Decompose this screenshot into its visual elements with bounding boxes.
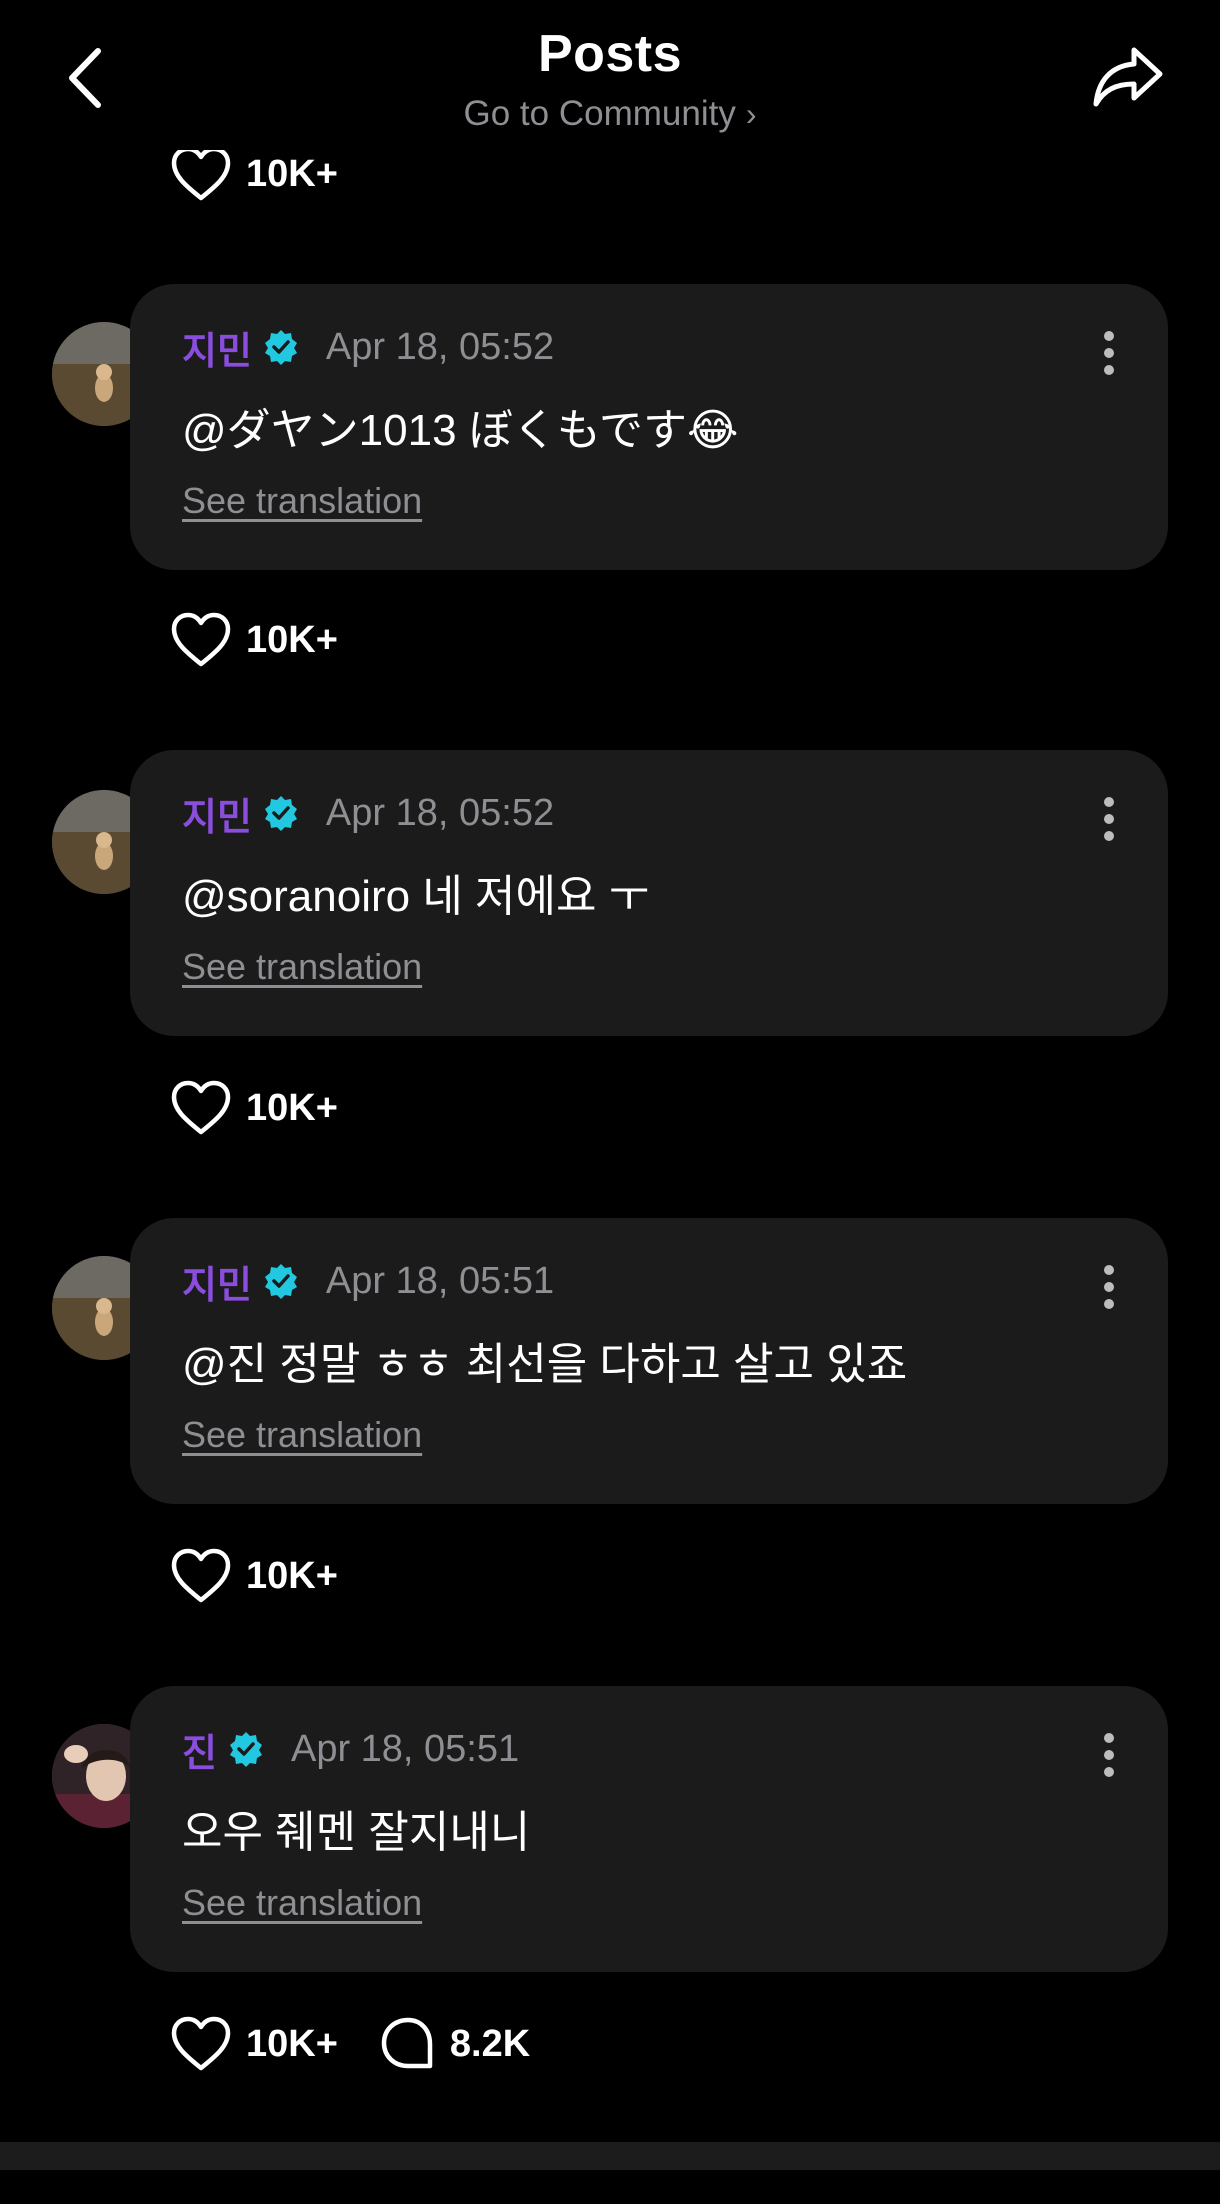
verified-badge-icon [264, 330, 297, 365]
like-button[interactable]: 10K+ [170, 1546, 338, 1606]
more-options-button[interactable] [1102, 328, 1116, 378]
more-vertical-icon [1104, 797, 1114, 841]
comment-meta: 진 Apr 18, 05:51 [182, 1722, 520, 1777]
comment-text: @진 정말 ㅎㅎ 최선을 다하고 살고 있죠 [182, 1340, 908, 1389]
see-translation-link[interactable]: See translation [182, 1414, 422, 1456]
like-button[interactable]: 10K+ [170, 610, 338, 670]
more-options-button[interactable] [1102, 794, 1116, 844]
comment-meta: 지민 Apr 18, 05:52 [182, 320, 555, 375]
chevron-right-icon: › [745, 96, 757, 132]
page-title: Posts [537, 25, 683, 83]
comment-card: 지민 Apr 18, 05:52 @ダヤン1013 ぼくもです😂 See tra… [130, 284, 1168, 570]
comment-time: Apr 18, 05:52 [325, 325, 555, 368]
bottom-divider [0, 2142, 1220, 2170]
go-to-community-label: Go to Community [463, 94, 736, 133]
like-count: 10K+ [246, 2022, 338, 2065]
like-count: 10K+ [246, 1554, 338, 1597]
author-name[interactable]: 진 [182, 1722, 217, 1777]
reaction-bar: 10K+ 8.2K [170, 2014, 530, 2074]
verified-badge-icon [264, 1264, 297, 1299]
share-button[interactable] [1090, 42, 1166, 112]
verified-badge-icon [229, 1732, 262, 1767]
heart-icon [171, 1548, 231, 1603]
see-translation-link[interactable]: See translation [182, 946, 422, 988]
author-name[interactable]: 지민 [182, 786, 252, 841]
comment-meta: 지민 Apr 18, 05:51 [182, 1254, 555, 1309]
share-icon [1093, 47, 1163, 107]
go-to-community-link[interactable]: Go to Community › [0, 94, 1220, 134]
comment-text: @ダヤン1013 ぼくもです😂 [182, 406, 739, 455]
more-vertical-icon [1104, 331, 1114, 375]
like-button[interactable]: 10K+ [170, 1078, 338, 1138]
comment-card: 지민 Apr 18, 05:52 @soranoiro 네 저에요 ㅜ See … [130, 750, 1168, 1036]
more-options-button[interactable] [1102, 1262, 1116, 1312]
see-translation-link[interactable]: See translation [182, 480, 422, 522]
heart-icon [171, 612, 231, 667]
comment-time: Apr 18, 05:52 [325, 791, 555, 834]
heart-icon[interactable] [170, 2016, 232, 2072]
see-translation-link[interactable]: See translation [182, 1882, 422, 1924]
like-count: 10K+ [246, 1086, 338, 1129]
heart-icon [171, 1080, 231, 1135]
comment-text: 오우 줴멘 잘지내니 [182, 1808, 531, 1857]
comment-time: Apr 18, 05:51 [325, 1259, 555, 1302]
comment-card: 지민 Apr 18, 05:51 @진 정말 ㅎㅎ 최선을 다하고 살고 있죠 … [130, 1218, 1168, 1504]
reply-count: 8.2K [449, 2022, 531, 2065]
verified-badge-icon [264, 796, 297, 831]
comment-meta: 지민 Apr 18, 05:52 [182, 786, 555, 841]
more-vertical-icon [1104, 1733, 1114, 1777]
more-vertical-icon [1104, 1265, 1114, 1309]
top-navigation-bar: Posts Go to Community › [0, 0, 1220, 150]
author-name[interactable]: 지민 [182, 320, 252, 375]
comment-card: 진 Apr 18, 05:51 오우 줴멘 잘지내니 See translati… [130, 1686, 1168, 1972]
like-count: 10K+ [246, 618, 338, 661]
more-options-button[interactable] [1102, 1730, 1116, 1780]
like-count: 10K+ [246, 152, 338, 195]
comment-bubble-icon[interactable] [380, 2016, 436, 2072]
like-button[interactable]: 10K+ [170, 144, 338, 204]
author-name[interactable]: 지민 [182, 1254, 252, 1309]
comment-text: @soranoiro 네 저에요 ㅜ [182, 872, 650, 921]
comment-time: Apr 18, 05:51 [290, 1727, 520, 1770]
heart-icon [171, 146, 231, 201]
